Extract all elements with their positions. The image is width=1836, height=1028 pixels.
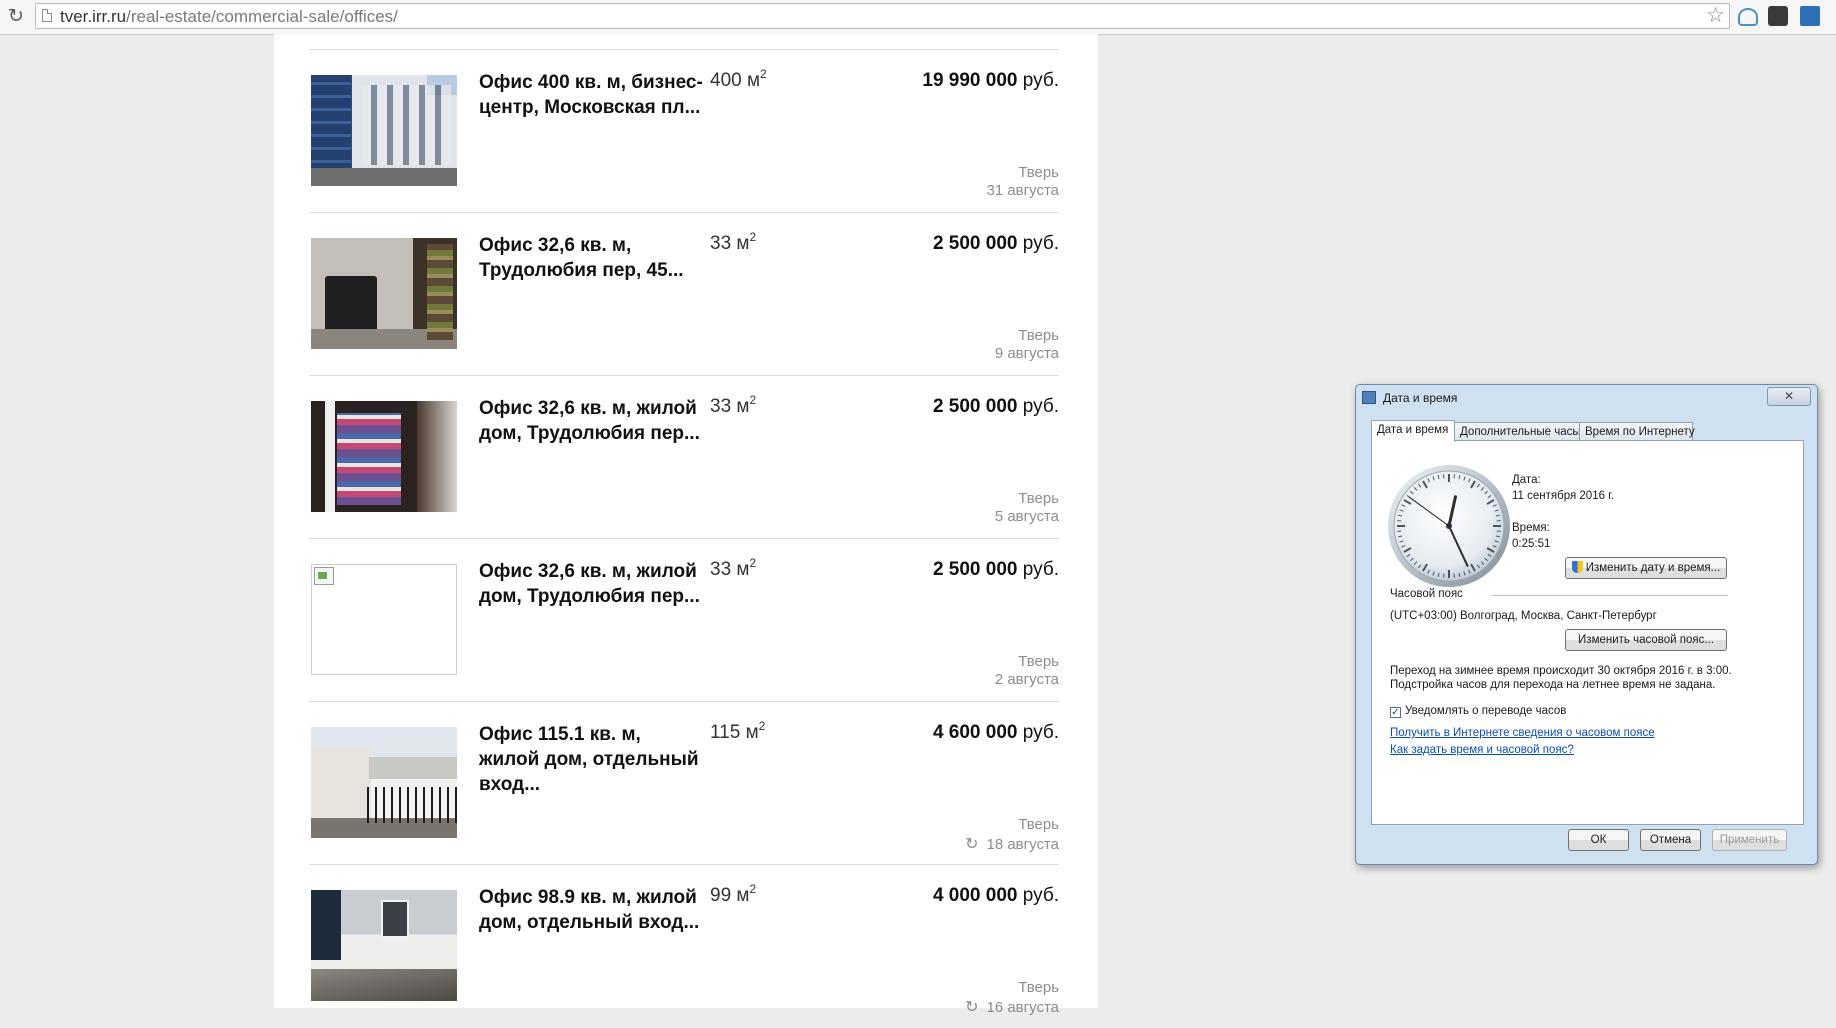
listing-price: 2 500 000 руб. [933,559,1059,581]
bookmark-star-icon[interactable]: ☆ [1706,5,1725,27]
listing-title[interactable]: Офис 32,6 кв. м, жилой дом, Трудолюбия п… [479,559,705,609]
date-time-dialog: Дата и время ✕ Дата и время Дополнительн… [1355,384,1818,865]
analog-clock [1386,463,1512,589]
tab-panel: Дата: 11 сентября 2016 г. Время: 0:25:51… [1371,440,1804,825]
listing-city: Тверь [1018,490,1059,507]
listing-price: 2 500 000 руб. [933,396,1059,418]
listing-title[interactable]: Офис 32,6 кв. м, жилой дом, Трудолюбия п… [479,396,705,446]
how-to-set-time-link[interactable]: Как задать время и часовой пояс? [1390,744,1574,756]
ok-button[interactable]: ОК [1568,829,1629,851]
apply-button[interactable]: Применить [1712,829,1787,851]
listing-price: 4 600 000 руб. [933,722,1059,744]
listing-date: 5 августа [995,508,1059,525]
listing-photo-broken[interactable] [311,564,457,675]
cancel-button[interactable]: Отмена [1640,829,1701,851]
listing-item[interactable]: Офис 32,6 кв. м, жилой дом, Трудолюбия п… [309,538,1059,702]
listing-photo[interactable] [311,890,457,1001]
tab-internet-time[interactable]: Время по Интернету [1579,422,1693,440]
change-datetime-button[interactable]: Изменить дату и время... [1565,557,1727,579]
listing-title[interactable]: Офис 400 кв. м, бизнес-центр, Московская… [479,70,705,120]
listing-area: 33 м2 [710,559,756,581]
date-value: 11 сентября 2016 г. [1512,490,1614,502]
listing-date: 2 августа [995,671,1059,688]
url-host: tver.irr.ru [60,7,126,26]
listing-city: Тверь [1018,327,1059,344]
change-timezone-button[interactable]: Изменить часовой пояс... [1565,629,1727,651]
listing-city: Тверь [1018,979,1059,996]
listing-date: ↻16 августа [965,997,1059,1017]
listing-photo[interactable] [311,75,457,186]
timezone-info-link[interactable]: Получить в Интернете сведения о часовом … [1390,727,1655,739]
listing-title[interactable]: Офис 32,6 кв. м, Трудолюбия пер, 45... [479,233,705,283]
listing-photo[interactable] [311,401,457,512]
tab-additional-clocks[interactable]: Дополнительные часы [1454,422,1580,440]
broken-image-icon [314,567,334,585]
listing-area: 33 м2 [710,233,756,255]
browser-toolbar: ↻ tver.irr.ru/real-estate/commercial-sal… [0,0,1836,35]
listing-date: ↻18 августа [965,834,1059,854]
listing-item[interactable]: Офис 32,6 кв. м, жилой дом, Трудолюбия п… [309,375,1059,539]
listing-item[interactable]: Офис 400 кв. м, бизнес-центр, Московская… [309,49,1059,213]
notify-checkbox[interactable]: ✓ [1390,707,1401,718]
uac-shield-icon [1572,561,1583,573]
tab-date-time[interactable]: Дата и время [1371,420,1455,442]
listing-city: Тверь [1018,816,1059,833]
listing-city: Тверь [1018,164,1059,181]
listing-area: 99 м2 [710,885,756,907]
listing-date: 9 августа [995,345,1059,362]
notify-checkbox-label[interactable]: Уведомлять о переводе часов [1405,705,1566,717]
listing-city: Тверь [1018,653,1059,670]
refresh-icon: ↻ [965,834,978,854]
cloud-extension-icon[interactable] [1738,8,1758,26]
listing-price: 4 000 000 руб. [933,885,1059,907]
listing-photo[interactable] [311,727,457,838]
listing-item[interactable]: Офис 32,6 кв. м, Трудолюбия пер, 45... 3… [309,212,1059,376]
listing-area: 400 м2 [710,70,767,92]
listing-price: 19 990 000 руб. [922,70,1059,92]
separator [1492,595,1728,596]
date-label: Дата: [1512,474,1541,486]
url-path: /real-estate/commercial-sale/offices/ [126,7,398,26]
page-icon [42,9,52,22]
listing-photo[interactable] [311,238,457,349]
listing-area: 115 м2 [710,722,765,744]
time-label: Время: [1512,522,1550,534]
refresh-icon: ↻ [965,997,978,1017]
listing-price: 2 500 000 руб. [933,233,1059,255]
listing-area: 33 м2 [710,396,756,418]
address-bar[interactable]: tver.irr.ru/real-estate/commercial-sale/… [35,3,1730,29]
dialog-title: Дата и время [1383,391,1457,405]
listing-date: 31 августа [986,182,1059,199]
time-value: 0:25:51 [1512,538,1550,550]
dst-info-line-1: Переход на зимнее время происходит 30 ок… [1390,665,1732,677]
clock-app-icon [1362,391,1376,404]
timezone-value: (UTC+03:00) Волгоград, Москва, Санкт-Пет… [1390,610,1657,622]
reload-icon[interactable]: ↻ [6,7,26,27]
listing-item[interactable]: Офис 115.1 кв. м, жилой дом, отдельный в… [309,701,1059,865]
timezone-label: Часовой пояс [1390,588,1463,600]
url-text[interactable]: tver.irr.ru/real-estate/commercial-sale/… [60,7,398,27]
listing-title[interactable]: Офис 98.9 кв. м, жилой дом, отдельный вх… [479,885,705,935]
listings-column: Офис 400 кв. м, бизнес-центр, Московская… [274,34,1098,1008]
listing-item[interactable]: Офис 98.9 кв. м, жилой дом, отдельный вх… [309,864,1059,1028]
dst-info-line-2: Подстройка часов для перехода на летнее … [1390,679,1715,691]
close-button[interactable]: ✕ [1767,387,1811,406]
dialog-titlebar[interactable]: Дата и время ✕ [1356,385,1817,411]
listing-title[interactable]: Офис 115.1 кв. м, жилой дом, отдельный в… [479,722,705,797]
camera-extension-icon[interactable] [1768,6,1788,26]
user-extension-icon[interactable] [1800,6,1820,26]
